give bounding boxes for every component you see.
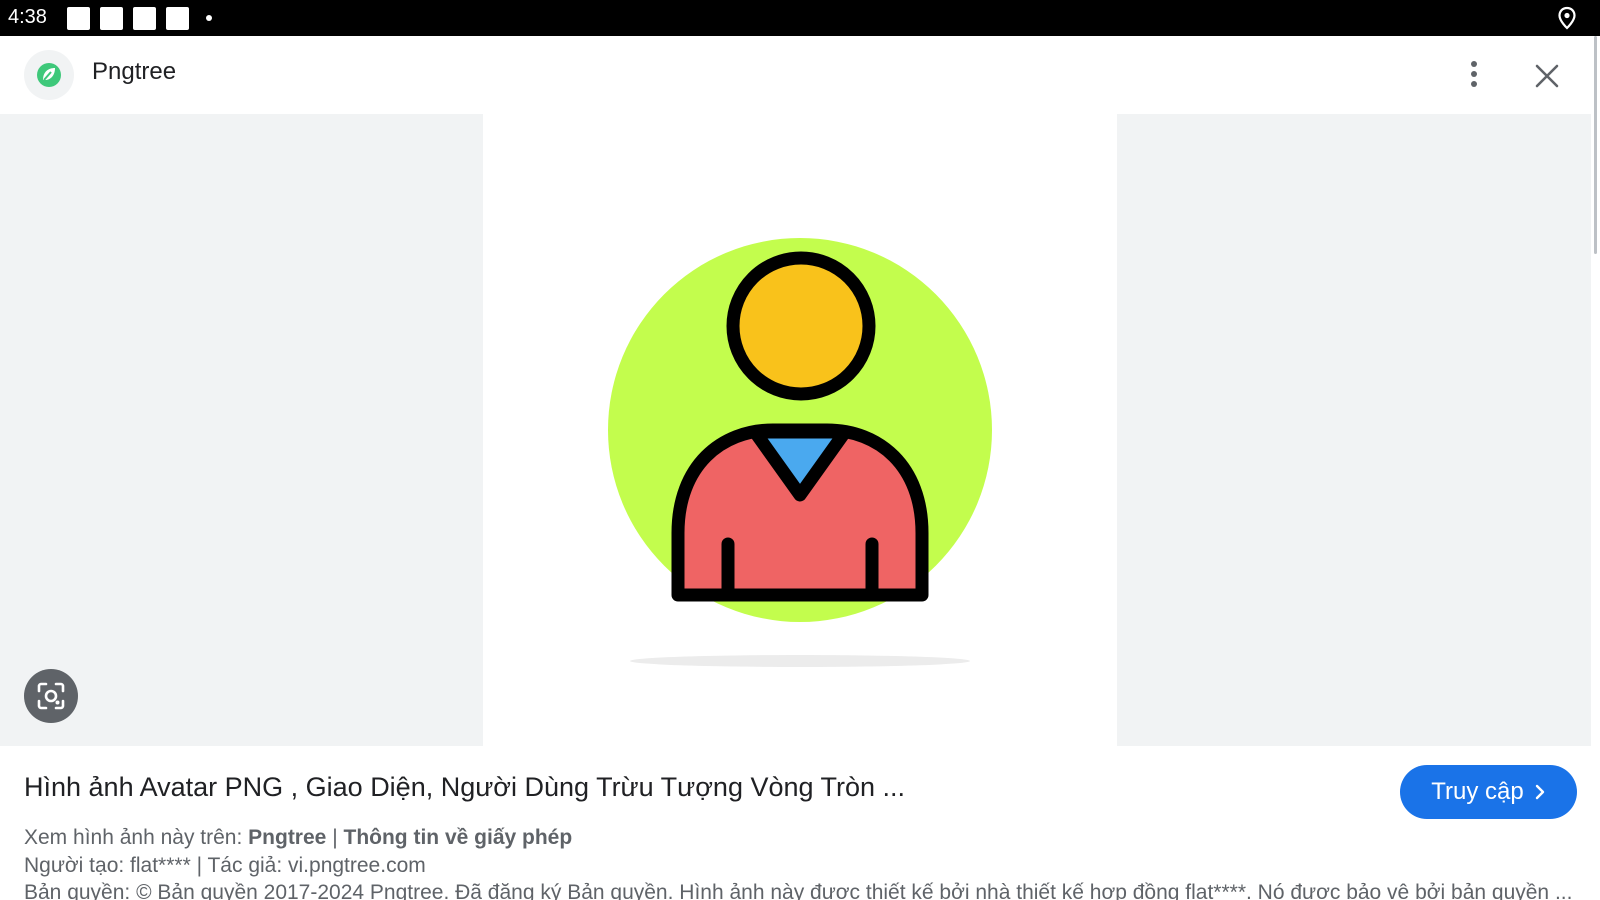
notification-icon bbox=[166, 7, 189, 30]
visit-button-label: Truy cập bbox=[1431, 778, 1524, 805]
lens-search-button[interactable] bbox=[24, 669, 78, 723]
result-image[interactable] bbox=[483, 114, 1117, 746]
site-name[interactable]: Pngtree bbox=[92, 58, 176, 86]
notification-icon bbox=[67, 7, 90, 30]
site-favicon[interactable] bbox=[24, 50, 74, 100]
notification-icon bbox=[133, 7, 156, 30]
visit-button[interactable]: Truy cập bbox=[1400, 765, 1577, 819]
more-notifications-dot bbox=[206, 15, 212, 21]
notification-icon bbox=[100, 7, 123, 30]
result-title[interactable]: Hình ảnh Avatar PNG , Giao Diện, Người D… bbox=[24, 772, 905, 803]
location-icon bbox=[1558, 6, 1576, 30]
license-info-link[interactable]: Thông tin về giấy phép bbox=[344, 826, 573, 849]
chevron-right-icon bbox=[1535, 784, 1544, 800]
status-time: 4:38 bbox=[8, 6, 47, 28]
avatar-illustration bbox=[608, 238, 992, 667]
scrollbar-thumb[interactable] bbox=[1594, 36, 1597, 254]
separator: | bbox=[332, 826, 338, 849]
status-bar: 4:38 bbox=[0, 0, 1600, 36]
pngtree-logo-icon bbox=[37, 63, 61, 87]
viewer-header: Pngtree bbox=[0, 36, 1600, 114]
source-line: Xem hình ảnh này trên: Pngtree | Thông t… bbox=[24, 826, 572, 850]
source-prefix: Xem hình ảnh này trên: bbox=[24, 826, 243, 849]
more-options-icon[interactable] bbox=[1456, 56, 1492, 92]
copyright-line: Bản quyền: © Bản quyền 2017-2024 Pngtree… bbox=[24, 881, 1573, 900]
lens-icon bbox=[37, 682, 65, 710]
source-site-link[interactable]: Pngtree bbox=[248, 826, 326, 849]
creator-line: Người tạo: flat**** | Tác giả: vi.pngtre… bbox=[24, 854, 426, 877]
close-icon[interactable] bbox=[1527, 56, 1567, 96]
image-viewer bbox=[0, 114, 1591, 746]
